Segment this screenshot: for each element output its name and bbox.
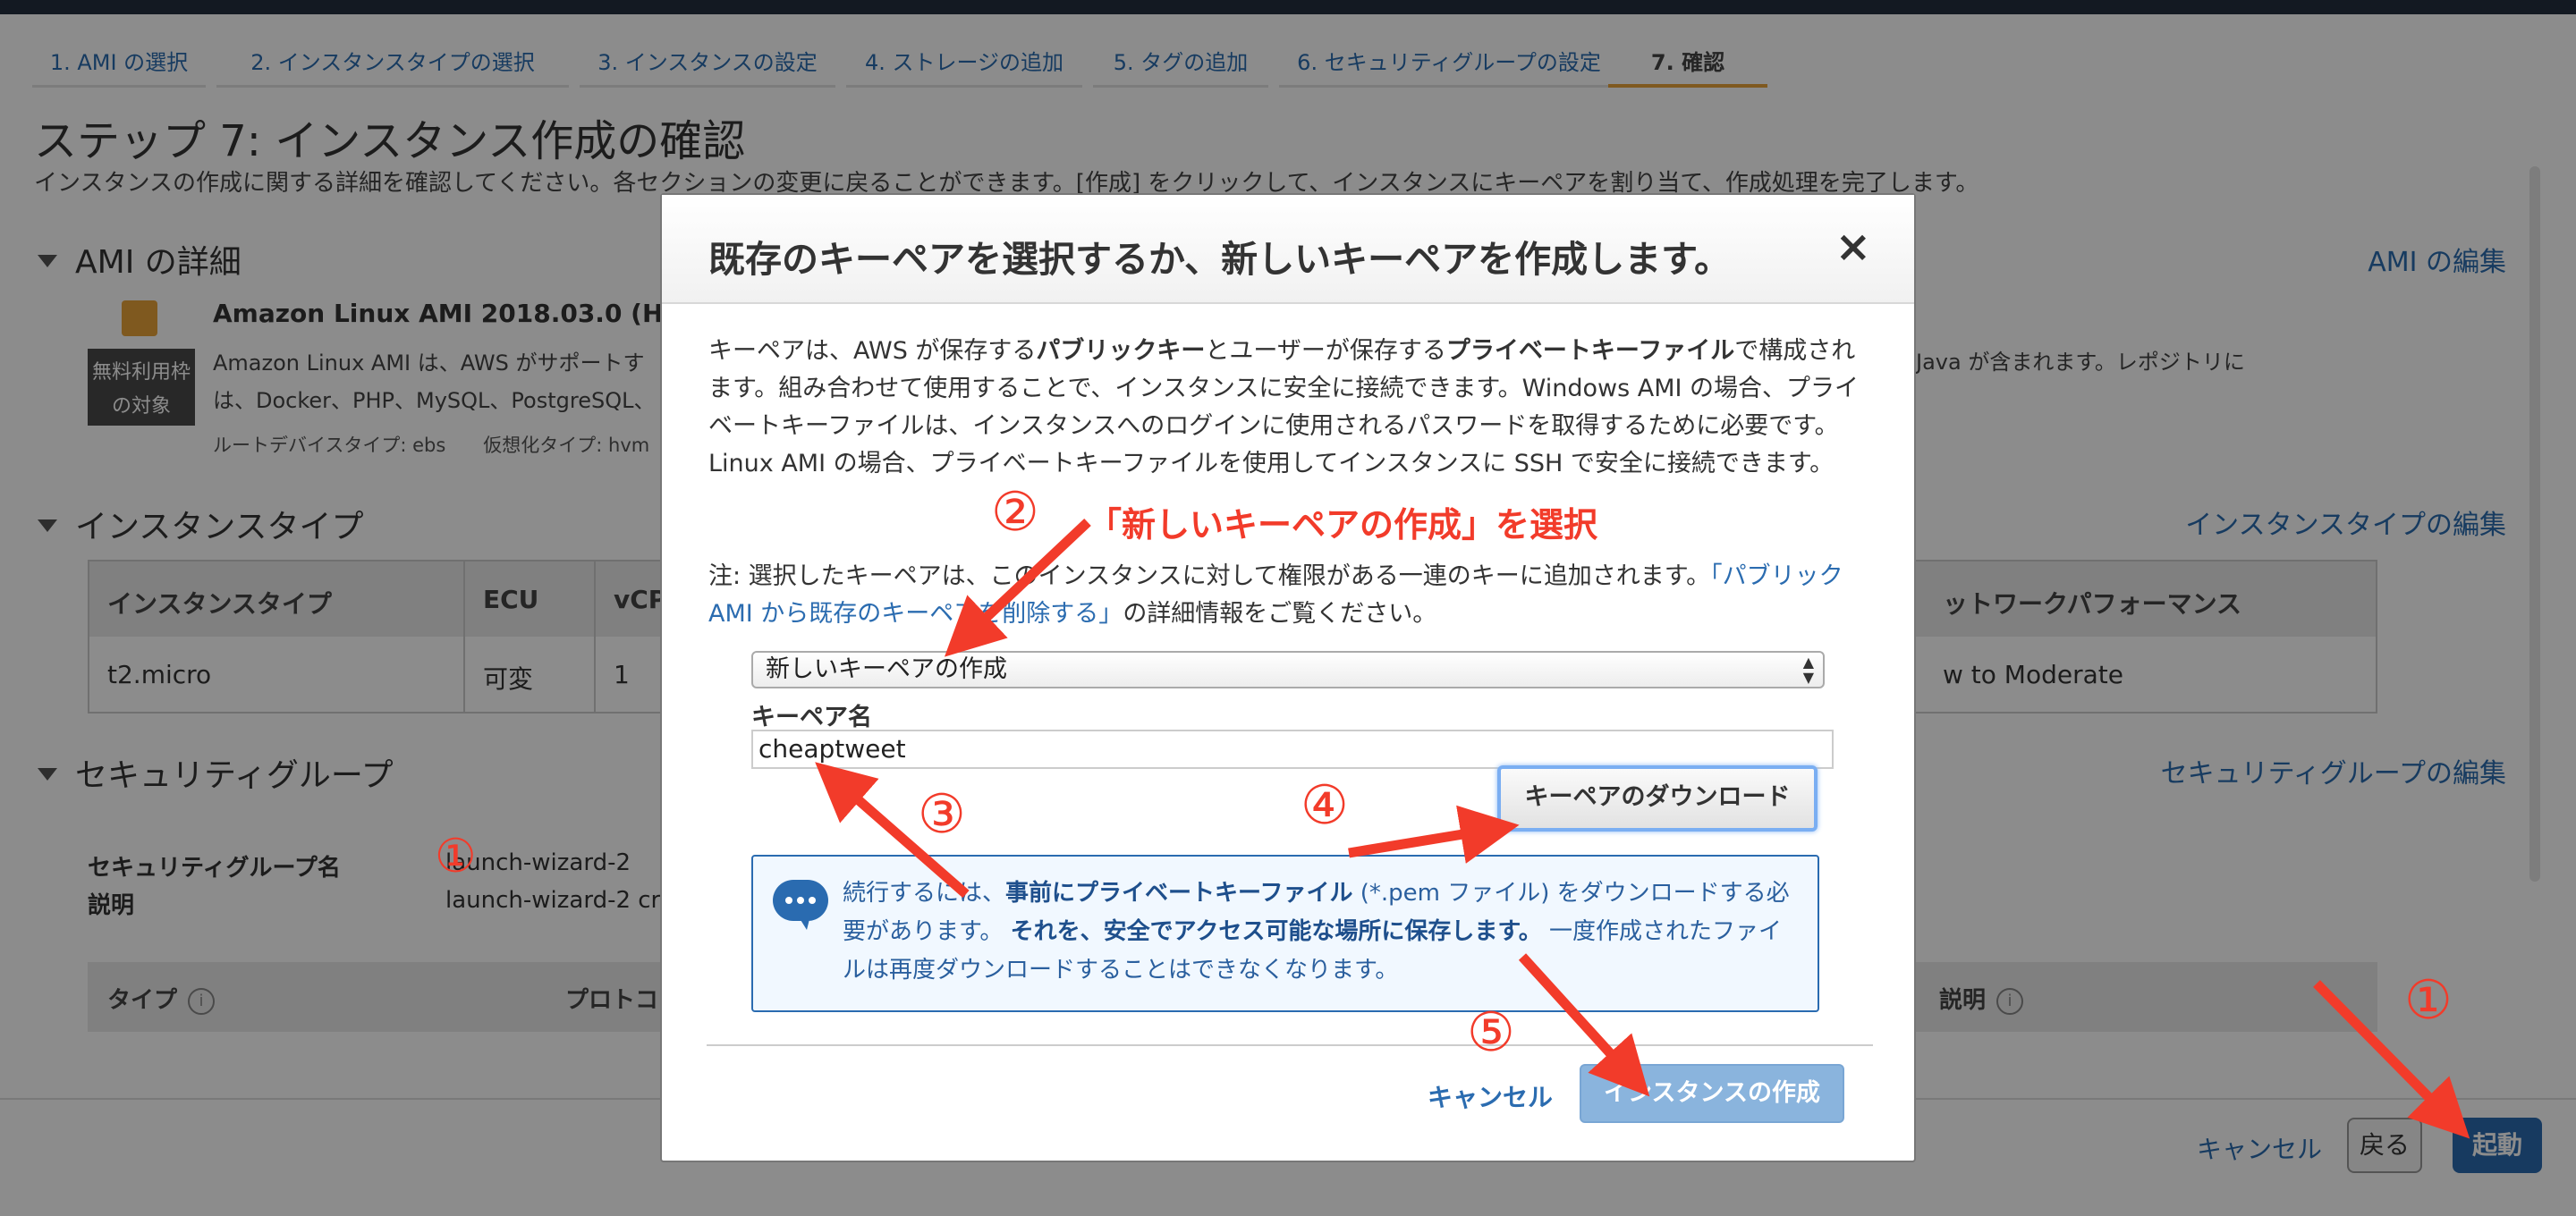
annotation-step2-number: ② — [991, 481, 1039, 544]
annotation-step1-number-right: ① — [2404, 969, 2453, 1032]
create-instance-button[interactable]: インスタンスの作成 — [1580, 1064, 1844, 1123]
annotation-step4-number: ④ — [1301, 774, 1349, 837]
modal-note-text: 注: 選択したキーペアは、このインスタンスに対して権限がある一連のキーに追加され… — [708, 562, 1843, 628]
annotation-step5-number: ⑤ — [1467, 1001, 1515, 1064]
modal-footer-divider — [707, 1044, 1873, 1046]
annotation-step1-number-left: ① — [435, 830, 477, 883]
modal-header: 既存のキーペアを選択するか、新しいキーペアを作成します。 × — [662, 195, 1914, 304]
modal-intro-text: キーペアは、AWS が保存するパブリックキーとユーザーが保存するプライベートキー… — [708, 337, 1860, 477]
download-notice-text: 続行するには、事前にプライベートキーファイル (*.pem ファイル) をダウン… — [843, 880, 1790, 984]
modal-title: 既存のキーペアを選択するか、新しいキーペアを作成します。 — [708, 238, 1732, 281]
key-pair-select[interactable]: 新しいキーペアの作成 ▲ ▼ — [751, 651, 1825, 688]
download-key-pair-button[interactable]: キーペアのダウンロード — [1497, 765, 1818, 832]
key-pair-name-label: キーペア名 — [751, 704, 872, 731]
speech-bubble-icon — [773, 880, 828, 930]
annotation-step3-number: ③ — [918, 783, 966, 846]
key-pair-modal: 既存のキーペアを選択するか、新しいキーペアを作成します。 × キーペアは、AWS… — [660, 193, 1916, 1162]
key-pair-name-input[interactable]: cheaptweet — [751, 730, 1834, 769]
modal-cancel-button[interactable]: キャンセル — [1428, 1078, 1553, 1114]
download-notice-box: 続行するには、事前にプライベートキーファイル (*.pem ファイル) をダウン… — [751, 855, 1819, 1012]
select-arrows-icon: ▲ ▼ — [1802, 654, 1814, 686]
annotation-step2-text: 「新しいキーペアの作成」を選択 — [1088, 505, 1598, 545]
close-icon[interactable]: × — [1835, 225, 1871, 268]
